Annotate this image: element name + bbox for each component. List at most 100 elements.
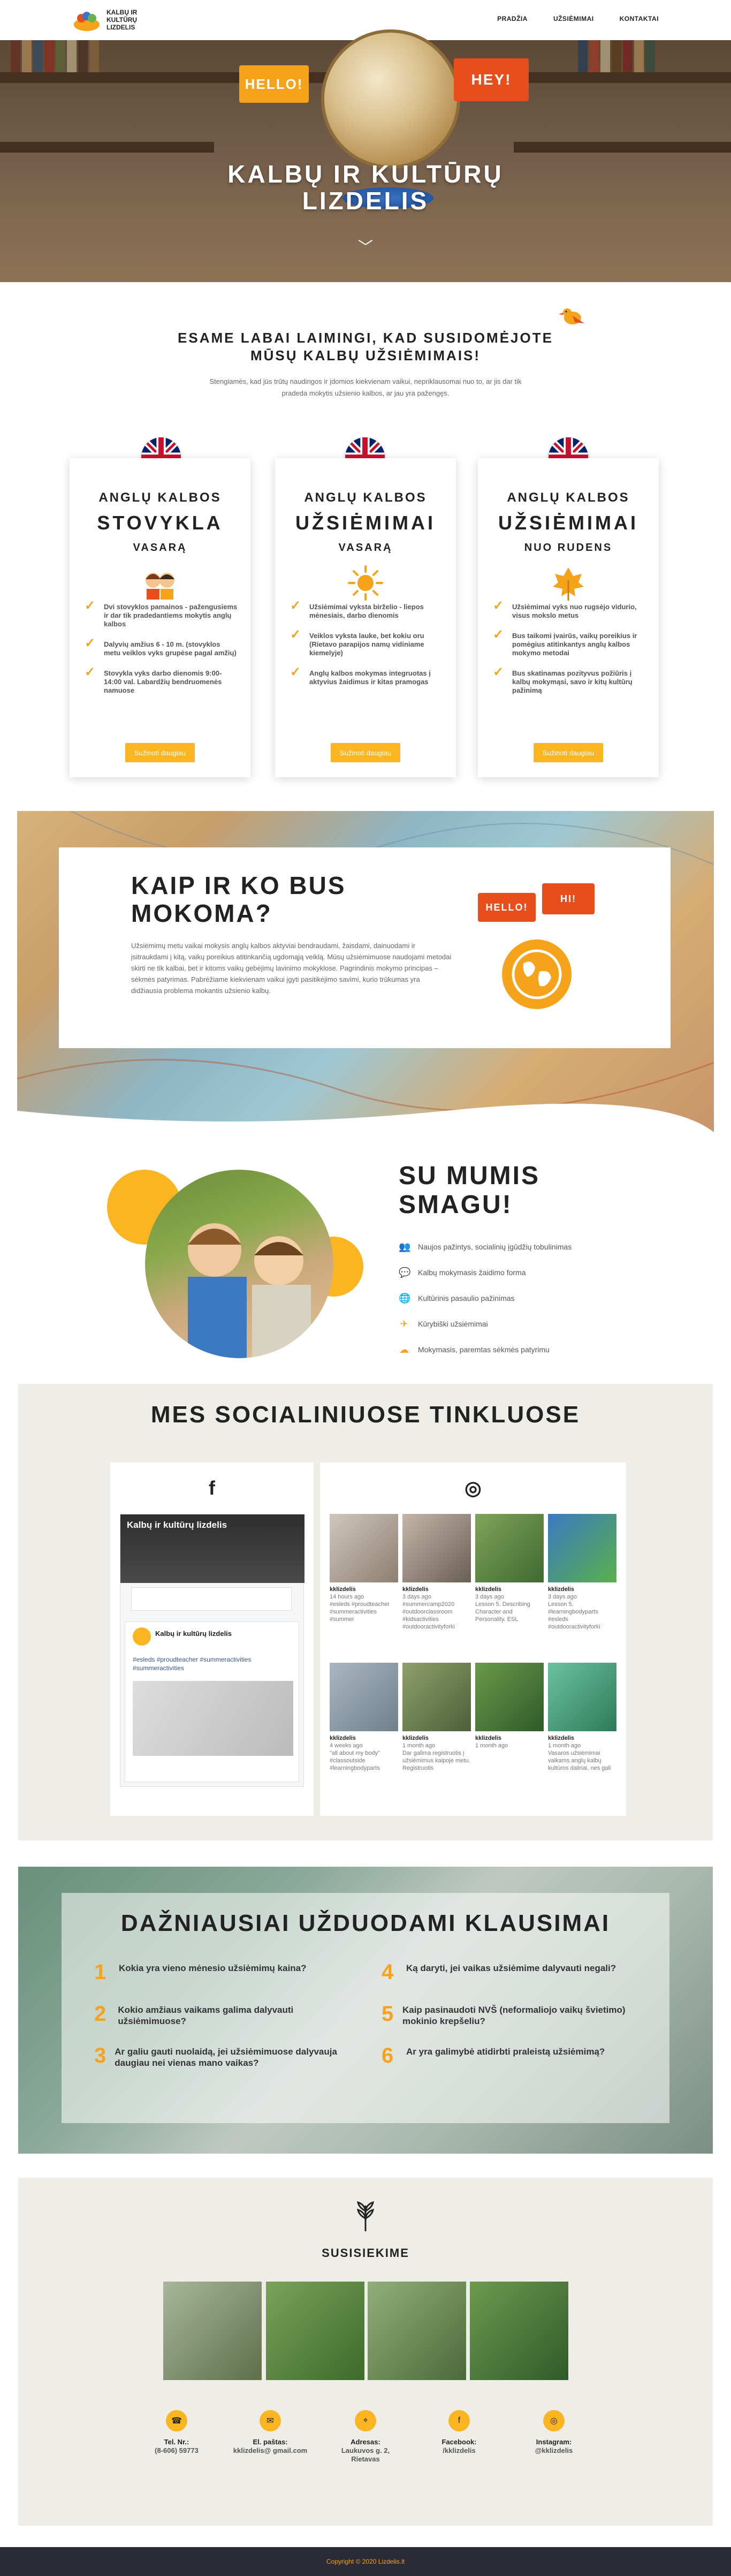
pin-icon[interactable]: ⌖: [355, 2410, 376, 2431]
faq-question[interactable]: 1 Kokia yra vieno mėnesio užsiėmimų kaina…: [94, 1961, 351, 1983]
instagram-post[interactable]: kklizdelis 1 month ago Vasaros užsiėmimai …: [548, 1663, 616, 1807]
faq-question[interactable]: 3 Ar galiu gauti nuolaidą, jei užsiėmimuo…: [94, 2045, 351, 2069]
instagram-caption: #summercamp2020 #outdoorclassroom #kidsa…: [402, 1601, 455, 1630]
instagram-post-image[interactable]: [330, 1663, 398, 1731]
gallery-photo[interactable]: [368, 2282, 466, 2380]
instagram-post[interactable]: kklizdelis 3 days ago Lesson 5. Describing…: [475, 1514, 544, 1658]
fun-item-text: Mokymasis, paremtas sėkmės patyrimu: [418, 1345, 550, 1354]
contact-value[interactable]: kklizdelis@ gmail.com: [233, 2446, 308, 2455]
instagram-caption: Vasaros užsiėmimai vaikams anglų kalbų k…: [548, 1750, 611, 1771]
card-subtitle: VASARĄ: [133, 542, 187, 554]
footer: Copyright © 2020 Lizdelis.lt: [0, 2547, 731, 2576]
nav-item-contacts[interactable]: KONTAKTAI: [620, 15, 659, 22]
contact-value[interactable]: (8-606) 59773: [139, 2446, 214, 2455]
avatar: [133, 1627, 151, 1646]
instagram-caption: Dar galima registruotis į užsiėmimus kai…: [402, 1750, 470, 1771]
mail-icon[interactable]: ✉: [260, 2410, 281, 2431]
gallery-photo[interactable]: [470, 2282, 568, 2380]
faq-question[interactable]: 2 Kokio amžiaus vaikams galima dalyvauti …: [94, 2003, 351, 2027]
globe-icon: [502, 940, 572, 1009]
contact-title: SUSISIEKIME: [322, 2246, 409, 2260]
instagram-post-image[interactable]: [402, 1663, 471, 1731]
faq-question[interactable]: 6 Ar yra galimybė atidirbti praleistą užs…: [382, 2045, 638, 2066]
facebook-post-author[interactable]: Kalbų ir kultūrų lizdelis: [155, 1630, 232, 1638]
faq-number: 2: [94, 2002, 106, 2026]
contact-facebook: f Facebook:/kklizdelis: [422, 2410, 497, 2455]
faq-question[interactable]: 5 Kaip pasinaudoti NVŠ (neformaliojo vaik…: [382, 2003, 638, 2027]
facebook-icon[interactable]: f: [199, 1475, 225, 1501]
contact-label: Tel. Nr.:: [164, 2438, 189, 2446]
card-summer-classes: ANGLŲ KALBOS UŽSIĖMIMAI VASARĄ Užsiėmima…: [275, 458, 456, 777]
instagram-post[interactable]: kklizdelis 3 days ago Lesson 5. #learningb…: [548, 1514, 616, 1658]
instagram-user: kklizdelis: [330, 1735, 356, 1741]
faq-question-text[interactable]: Ar galiu gauti nuolaidą, jei užsiėmimuos…: [115, 2045, 351, 2069]
hi-bubble: HI!: [542, 883, 595, 914]
intro-text: Stengiamės, kad jūs trūtų naudingos ir į…: [209, 377, 522, 397]
nav-item-activities[interactable]: UŽSIĖMIMAI: [553, 15, 594, 22]
phone-icon[interactable]: ☎: [166, 2410, 187, 2431]
scroll-down-icon[interactable]: ﹀: [356, 236, 375, 255]
faq-question[interactable]: 4 Ką daryti, jei vaikas užsiėmime dalyvau…: [382, 1961, 638, 1983]
chat-icon: 💬: [399, 1267, 411, 1278]
faq-question-text[interactable]: Ką daryti, jei vaikas užsiėmime dalyvaut…: [406, 1961, 616, 1983]
facebook-page-widget[interactable]: Kalbų ir kultūrų lizdelis Kalbų ir kultū…: [120, 1514, 304, 1787]
faq-question-text[interactable]: Ar yra galimybė atidirbti praleistą užsi…: [406, 2045, 605, 2066]
learn-more-button[interactable]: Sužinoti daugiau: [534, 743, 603, 762]
contact-email: ✉ El. paštas: kklizdelis@ gmail.com: [233, 2410, 308, 2455]
card-feature: Užsiėmimai vyks nuo rugsėjo vidurio, vis…: [491, 602, 646, 620]
instagram-post[interactable]: kklizdelis 4 weeks ago "all about my body"…: [330, 1663, 398, 1807]
nest-logo-icon: [74, 12, 100, 31]
instagram-post[interactable]: kklizdelis 14 hours ago #esleds #proudteac…: [330, 1514, 398, 1658]
instagram-icon[interactable]: ◎: [543, 2410, 565, 2431]
instagram-time: 1 month ago: [402, 1742, 436, 1749]
fun-item: 💬 Kalbų mokymasis žaidimo forma: [399, 1260, 639, 1285]
faq-question-text[interactable]: Kaip pasinaudoti NVŠ (neformaliojo vaikų…: [402, 2003, 638, 2027]
contact-value[interactable]: @kklizdelis: [516, 2446, 591, 2455]
faq-question-text[interactable]: Kokia yra vieno mėnesio užsiėmimų kaina?: [119, 1961, 307, 1983]
contact-value: Laukuvos g. 2, Rietavas: [341, 2446, 390, 2463]
instagram-user: kklizdelis: [330, 1586, 356, 1593]
instagram-post-image[interactable]: [402, 1514, 471, 1582]
instagram-post[interactable]: kklizdelis 1 month ago: [475, 1663, 544, 1807]
card-title: ANGLŲ KALBOS: [304, 490, 427, 505]
facebook-icon[interactable]: f: [448, 2410, 470, 2431]
facebook-post-image[interactable]: [133, 1681, 293, 1756]
hey-bubble: HEY!: [454, 58, 529, 101]
faq-question-text[interactable]: Kokio amžiaus vaikams galima dalyvauti u…: [118, 2003, 351, 2027]
site-logo[interactable]: KALBŲ IR KULTŪRŲ LIZDELIS: [72, 5, 144, 34]
instagram-post-image[interactable]: [475, 1663, 544, 1731]
plane-icon: ✈: [400, 1318, 408, 1329]
facebook-post-tags[interactable]: #esleds #proudteacher #summeractivities …: [133, 1655, 293, 1672]
gallery-photo[interactable]: [163, 2282, 262, 2380]
instagram-post[interactable]: kklizdelis 3 days ago #summercamp2020 #out…: [402, 1514, 471, 1658]
facebook-card: f Kalbų ir kultūrų lizdelis Kalbų ir kul…: [110, 1463, 314, 1816]
social-title: MES SOCIALINIUOSE TINKLUOSE: [150, 1401, 581, 1428]
globe-icon: 🌐: [399, 1292, 411, 1304]
instagram-user: kklizdelis: [548, 1586, 574, 1593]
sun-icon: [348, 565, 383, 601]
learn-more-button[interactable]: Sužinoti daugiau: [125, 743, 195, 762]
instagram-post-image[interactable]: [548, 1514, 616, 1582]
instagram-post-image[interactable]: [475, 1514, 544, 1582]
gallery-photo[interactable]: [266, 2282, 364, 2380]
card-feature: Stovykla vyks darbo dienomis 9:00-14:00 …: [82, 668, 238, 695]
fun-list: 👥 Naujos pažintys, socialinių įgūdžių tob…: [399, 1234, 639, 1362]
instagram-post[interactable]: kklizdelis 1 month ago Dar galima registru…: [402, 1663, 471, 1807]
contact-instagram: ◎ Instagram: @kklizdelis: [516, 2410, 591, 2455]
instagram-feed: kklizdelis 14 hours ago #esleds #proudteac…: [330, 1514, 616, 1807]
leaf-icon: [553, 567, 584, 601]
card-heading: UŽSIĖMIMAI: [295, 512, 436, 534]
instagram-caption: "all about my body" #classoutside #learn…: [330, 1750, 380, 1771]
learn-more-button[interactable]: Sužinoti daugiau: [331, 743, 400, 762]
contact-label: El. paštas:: [253, 2438, 288, 2446]
contact-value[interactable]: /kklizdelis: [422, 2446, 497, 2455]
faq-number: 4: [382, 1960, 394, 1984]
instagram-post-image[interactable]: [548, 1663, 616, 1731]
instagram-icon[interactable]: ◎: [460, 1475, 486, 1501]
card-feature: Anglų kalbos mokymas integruotas į aktyv…: [288, 668, 443, 686]
intro-title: ESAME LABAI LAIMINGI, KAD SUSIDOMĖJOTE M…: [178, 330, 553, 363]
instagram-post-image[interactable]: [330, 1514, 398, 1582]
cloud-icon: ☁: [399, 1344, 409, 1355]
nav-item-home[interactable]: PRADŽIA: [497, 15, 528, 22]
card-summer-camp: ANGLŲ KALBOS STOVYKLA VASARĄ Dvi stovykl…: [70, 458, 250, 777]
